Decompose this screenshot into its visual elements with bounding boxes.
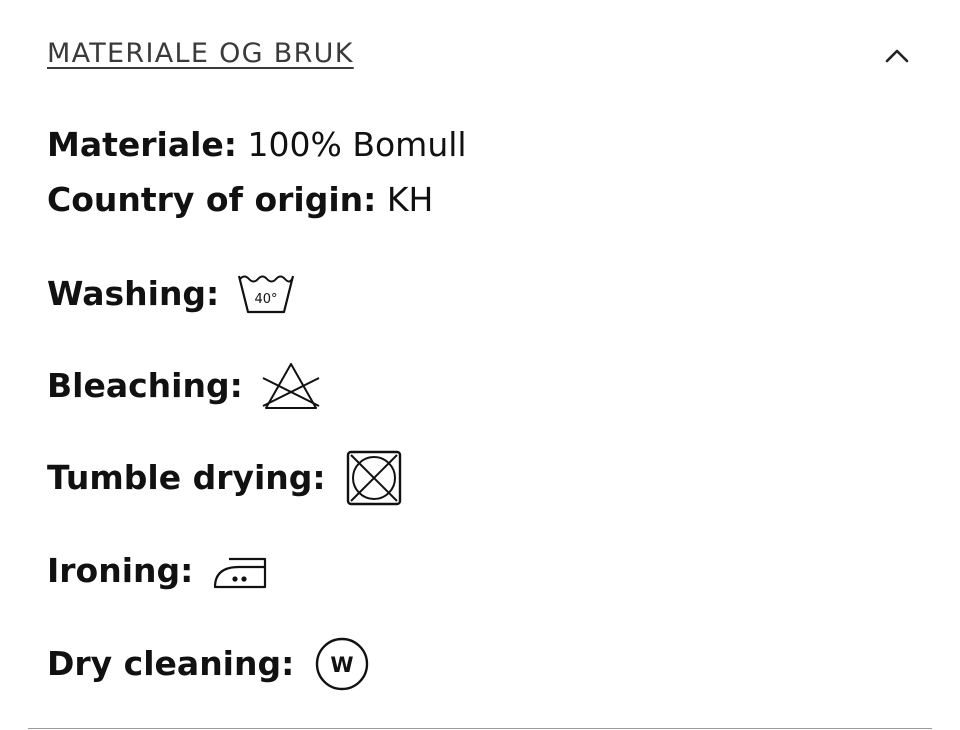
origin-value: KH xyxy=(386,180,434,219)
material-label: Materiale: xyxy=(47,125,238,164)
wash-temperature-text: 40° xyxy=(255,292,278,307)
accordion-header-materiale-og-bruk[interactable]: MATERIALE OG BRUK xyxy=(47,34,913,78)
origin-label: Country of origin: xyxy=(47,180,377,219)
iron-two-dots-icon xyxy=(214,557,267,589)
care-row-bleaching: Bleaching: xyxy=(47,356,321,416)
tumble-drying-label: Tumble drying: xyxy=(47,458,326,497)
care-row-ironing: Ironing: xyxy=(47,541,269,601)
care-row-dry-cleaning: Dry cleaning: W xyxy=(47,634,370,694)
wet-clean-icon: W xyxy=(316,637,369,691)
dry-cleaning-label: Dry cleaning: xyxy=(47,644,295,683)
material-value: 100% Bomull xyxy=(247,125,467,164)
ironing-label: Ironing: xyxy=(47,551,194,590)
material-line: Materiale: 100% Bomull xyxy=(47,125,467,165)
bottom-divider xyxy=(28,728,932,729)
origin-line: Country of origin: KH xyxy=(47,180,433,220)
wet-clean-letter: W xyxy=(331,653,354,677)
care-row-tumble-drying: Tumble drying: xyxy=(47,448,402,508)
washing-label: Washing: xyxy=(47,274,220,313)
chevron-up-icon[interactable] xyxy=(881,40,913,72)
care-row-washing: Washing: 40° xyxy=(47,264,295,324)
wash-tub-40-icon: 40° xyxy=(238,275,295,314)
no-tumble-dry-icon xyxy=(346,450,401,506)
bleaching-label: Bleaching: xyxy=(47,366,243,405)
no-bleach-icon xyxy=(262,363,320,409)
accordion-title[interactable]: MATERIALE OG BRUK xyxy=(47,38,354,69)
